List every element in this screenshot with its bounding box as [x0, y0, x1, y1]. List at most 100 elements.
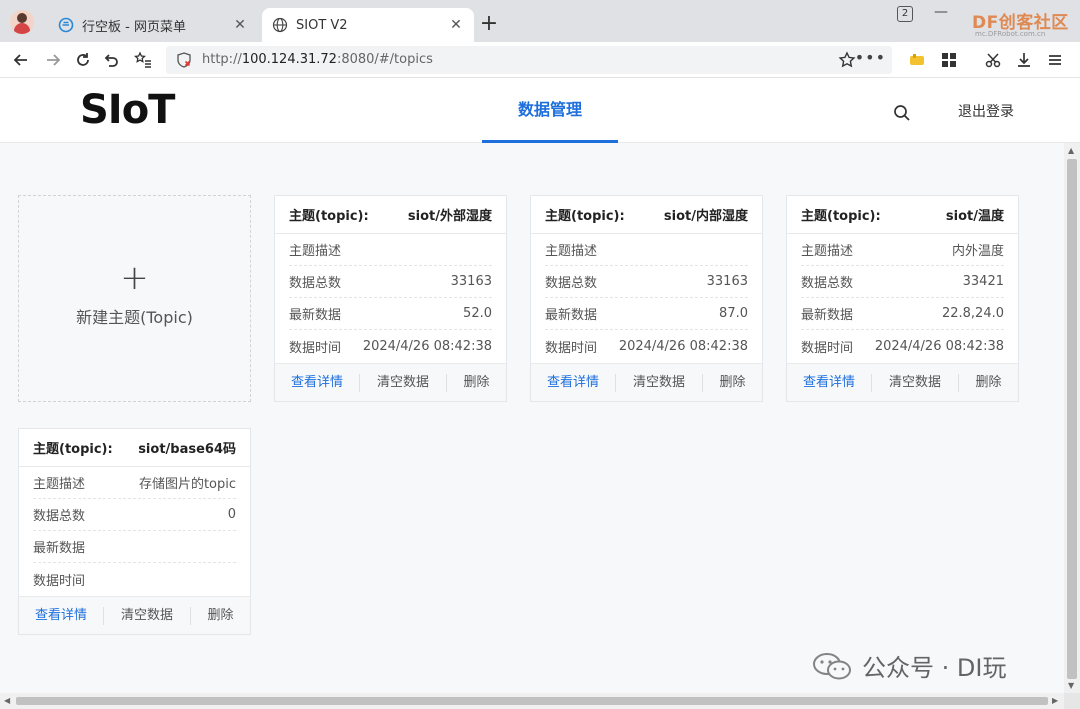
browser-tab-strip: 行空板 - 网页菜单 ✕ SIOT V2 ✕ + 2 — DF创客社区 mc.D… — [0, 0, 1080, 42]
row-value: 内外温度 — [951, 244, 1004, 259]
watermark-text: 公众号 · DI玩 — [862, 654, 1007, 682]
topic-card-actions: 查看详情 清空数据 删除 — [19, 596, 250, 634]
favorites-list-icon[interactable] — [132, 49, 154, 71]
row-label: 最新数据 — [289, 308, 342, 323]
tab-count-badge[interactable]: 2 — [897, 6, 913, 22]
scroll-up-icon[interactable]: ▲ — [1068, 146, 1074, 155]
row-value: 0 — [227, 507, 236, 522]
new-topic-label: 新建主题(Topic) — [76, 308, 193, 327]
row-value: 2024/4/26 08:42:38 — [874, 338, 1004, 354]
more-dots-icon[interactable]: ••• — [855, 48, 886, 67]
view-details-button[interactable]: 查看详情 — [787, 364, 871, 402]
browser-tab-label: SIOT V2 — [296, 17, 348, 33]
scrollbar-thumb[interactable] — [1067, 159, 1077, 679]
topic-time-row: 数据时间 2024/4/26 08:42:38 — [289, 330, 492, 362]
topic-latest-row: 最新数据 87.0 — [545, 298, 748, 330]
topic-desc-row: 主题描述 内外温度 — [801, 234, 1004, 266]
row-value: 存储图片的topic — [138, 477, 236, 492]
row-label: 数据总数 — [33, 509, 86, 524]
clear-data-button[interactable]: 清空数据 — [615, 373, 703, 392]
topic-name: siot/base64码 — [138, 442, 236, 457]
view-details-button[interactable]: 查看详情 — [275, 364, 359, 402]
topic-time-row: 数据时间 — [33, 563, 236, 595]
topic-name: siot/外部湿度 — [407, 209, 492, 224]
row-label: 最新数据 — [33, 541, 86, 556]
row-value: 33163 — [450, 274, 492, 289]
menu-icon[interactable] — [1044, 49, 1066, 71]
clear-data-button[interactable]: 清空数据 — [359, 373, 447, 392]
topic-label: 主题(topic): — [801, 209, 881, 224]
profile-avatar[interactable] — [10, 10, 34, 34]
undo-icon[interactable] — [100, 49, 122, 71]
topic-desc-row: 主题描述 存储图片的topic — [33, 467, 236, 499]
extension-icon[interactable] — [906, 49, 928, 71]
url-text: http://100.124.31.72:8080/#/topics — [202, 52, 433, 67]
forward-icon[interactable] — [42, 49, 64, 71]
close-icon[interactable]: ✕ — [232, 17, 248, 33]
topic-time-row: 数据时间 2024/4/26 08:42:38 — [545, 330, 748, 362]
clear-data-button[interactable]: 清空数据 — [103, 606, 191, 625]
scrollbar-thumb[interactable] — [16, 697, 1048, 705]
url-prefix: http:// — [202, 52, 242, 67]
browser-tab-label: 行空板 - 网页菜单 — [82, 19, 186, 35]
siot-logo[interactable]: SIoT — [80, 87, 175, 133]
clear-data-button[interactable]: 清空数据 — [871, 373, 959, 392]
topic-card-actions: 查看详情 清空数据 删除 — [531, 363, 762, 401]
horizontal-scrollbar[interactable]: ◀ ▶ — [0, 693, 1064, 709]
row-value: 2024/4/26 08:42:38 — [362, 338, 492, 354]
delete-button[interactable]: 删除 — [447, 364, 506, 402]
scroll-right-icon[interactable]: ▶ — [1052, 696, 1058, 705]
topic-label: 主题(topic): — [33, 442, 113, 457]
delete-button[interactable]: 删除 — [191, 597, 250, 635]
delete-button[interactable]: 删除 — [959, 364, 1018, 402]
scissors-icon[interactable] — [982, 49, 1004, 71]
bookmark-star-icon[interactable] — [838, 51, 856, 69]
row-value: 33163 — [706, 274, 748, 289]
row-value: 52.0 — [463, 306, 492, 321]
new-topic-card[interactable]: + 新建主题(Topic) — [18, 195, 251, 402]
browser-tab-siot[interactable]: SIOT V2 ✕ — [262, 8, 474, 42]
apps-grid-icon[interactable] — [938, 49, 960, 71]
back-icon[interactable] — [10, 49, 32, 71]
topic-card-header: 主题(topic): siot/温度 — [787, 196, 1018, 234]
delete-button[interactable]: 删除 — [703, 364, 762, 402]
logout-button[interactable]: 退出登录 — [958, 101, 1014, 121]
globe-e-icon — [58, 17, 74, 33]
scroll-left-icon[interactable]: ◀ — [4, 696, 10, 705]
topic-desc-row: 主题描述 — [289, 234, 492, 266]
topic-card: 主题(topic): siot/内部湿度 主题描述 数据总数 33163 最新数据… — [530, 195, 763, 402]
vertical-scrollbar[interactable]: ▲ ▼ — [1064, 143, 1080, 693]
row-label: 数据总数 — [801, 276, 854, 291]
search-icon[interactable] — [892, 103, 912, 123]
topic-desc-row: 主题描述 — [545, 234, 748, 266]
new-tab-button[interactable]: + — [478, 12, 500, 38]
row-label: 主题描述 — [289, 244, 342, 259]
address-bar[interactable]: http://100.124.31.72:8080/#/topics ••• — [166, 46, 892, 74]
plus-icon: + — [120, 258, 149, 298]
row-label: 主题描述 — [801, 244, 854, 259]
close-icon[interactable]: ✕ — [448, 17, 464, 33]
row-label: 主题描述 — [545, 244, 598, 259]
reload-icon[interactable] — [72, 49, 94, 71]
topic-latest-row: 最新数据 22.8,24.0 — [801, 298, 1004, 330]
wechat-watermark: 公众号 · DI玩 — [812, 648, 1006, 683]
tab-data-management[interactable]: 数据管理 — [482, 79, 618, 143]
download-icon[interactable] — [1013, 49, 1035, 71]
topic-card-header: 主题(topic): siot/外部湿度 — [275, 196, 506, 234]
topic-card-actions: 查看详情 清空数据 删除 — [787, 363, 1018, 401]
insecure-shield-icon[interactable] — [176, 52, 192, 68]
scroll-down-icon[interactable]: ▼ — [1068, 681, 1074, 690]
tab-label: 数据管理 — [517, 100, 582, 119]
row-label: 数据总数 — [289, 276, 342, 291]
minimize-icon[interactable]: — — [934, 4, 948, 20]
topic-card: 主题(topic): siot/外部湿度 主题描述 数据总数 33163 最新数据… — [274, 195, 507, 402]
topic-total-row: 数据总数 33421 — [801, 266, 1004, 298]
topic-card-actions: 查看详情 清空数据 删除 — [275, 363, 506, 401]
browser-tab-menu[interactable]: 行空板 - 网页菜单 ✕ — [48, 8, 258, 42]
row-label: 数据时间 — [545, 340, 598, 356]
row-value: 33421 — [962, 274, 1004, 289]
row-label: 数据时间 — [33, 573, 86, 589]
topic-total-row: 数据总数 0 — [33, 499, 236, 531]
view-details-button[interactable]: 查看详情 — [531, 364, 615, 402]
view-details-button[interactable]: 查看详情 — [19, 597, 103, 635]
